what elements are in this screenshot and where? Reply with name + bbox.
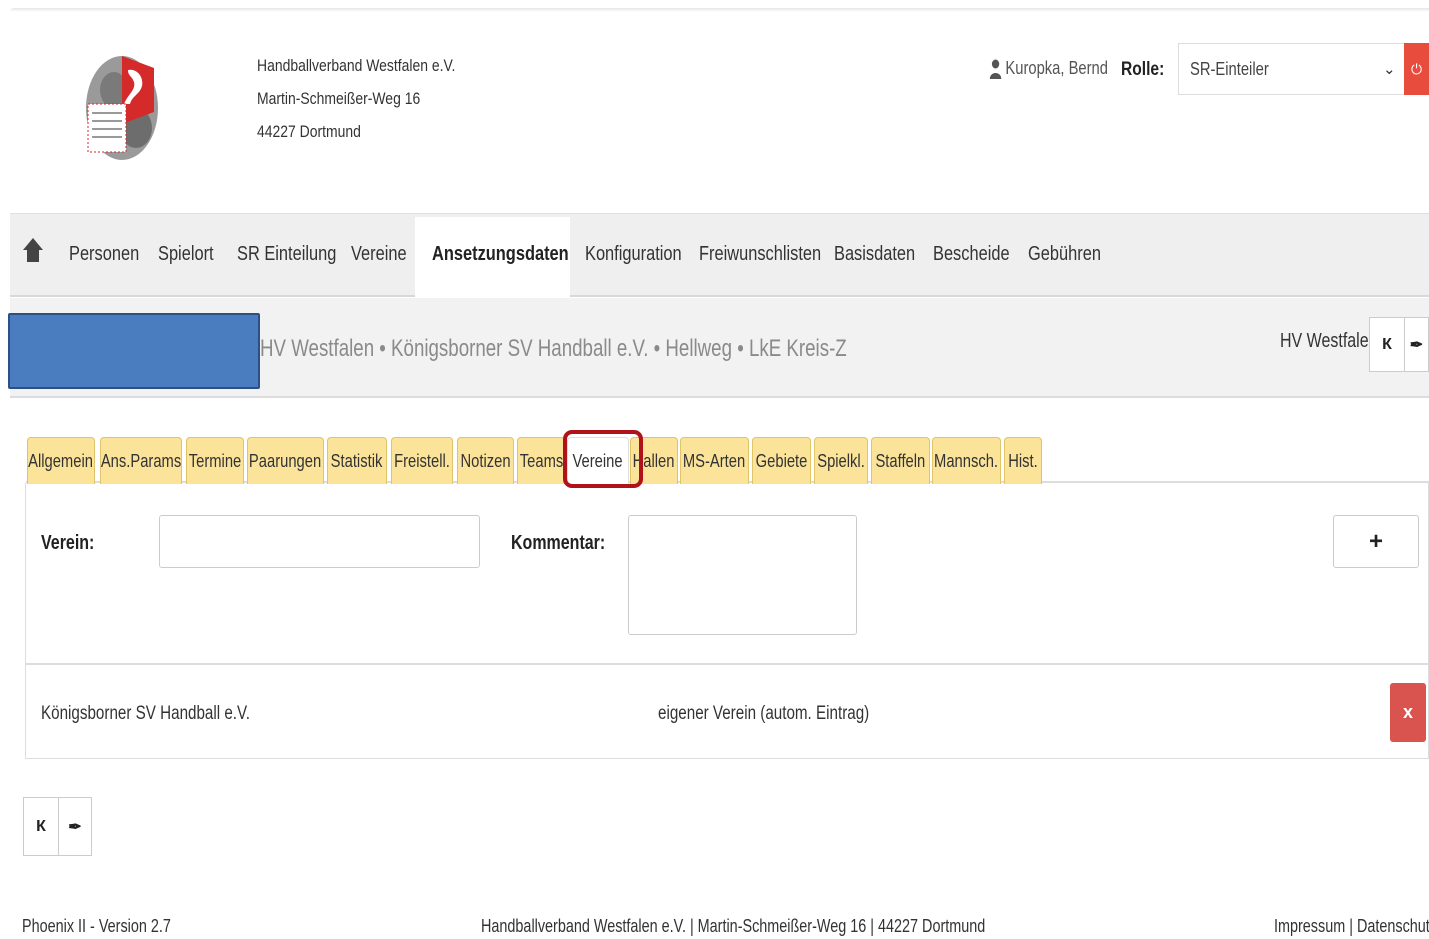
plus-icon: + <box>1368 527 1383 555</box>
nav-gebuehren[interactable]: Gebühren <box>1028 213 1101 295</box>
delete-icon: x <box>1402 702 1413 722</box>
edit-button[interactable]: ✒ <box>1404 317 1429 372</box>
role-select-value[interactable]: SR-Einteiler <box>1190 59 1269 80</box>
panel-divider <box>25 663 1429 665</box>
nav-sr-einteilung[interactable]: SR Einteilung <box>237 213 336 295</box>
nav-freiwunschlisten[interactable]: Freiwunschlisten <box>699 213 821 295</box>
tab-gebiete[interactable]: Gebiete <box>752 437 811 484</box>
row-verein: Königsborner SV Handball e.V. <box>41 703 250 724</box>
kommentar-textarea[interactable] <box>628 515 857 635</box>
edit-button-bottom[interactable]: ✒ <box>58 797 92 856</box>
pencil-icon: ✒ <box>1409 336 1424 354</box>
skip-back-icon: К <box>36 817 46 835</box>
user-icon <box>989 59 1002 79</box>
tab-ans-params[interactable]: Ans.Params <box>100 437 182 484</box>
footer-version: Phoenix II - Version 2.7 <box>22 916 171 936</box>
skip-back-icon: К <box>1382 335 1392 353</box>
tab-teams[interactable]: Teams <box>517 437 565 484</box>
tab-spielkl[interactable]: Spielkl. <box>814 437 868 484</box>
tab-termine[interactable]: Termine <box>186 437 244 484</box>
verein-input[interactable] <box>159 515 480 568</box>
tab-allgemein[interactable]: Allgemein <box>27 437 95 484</box>
org-city: 44227 Dortmund <box>257 122 361 141</box>
first-record-button-bottom[interactable]: К <box>23 797 59 856</box>
power-icon[interactable]: ⏻ <box>1404 43 1429 95</box>
nav-spielort[interactable]: Spielort <box>158 213 214 295</box>
nav-bescheide[interactable]: Bescheide <box>933 213 1010 295</box>
tab-ms-arten[interactable]: MS-Arten <box>680 437 749 484</box>
tab-staffeln[interactable]: Staffeln <box>871 437 930 484</box>
nav-vereine[interactable]: Vereine <box>351 213 407 295</box>
add-button[interactable]: + <box>1333 515 1419 568</box>
first-record-button[interactable]: К <box>1369 317 1405 372</box>
org-name: Handballverband Westfalen e.V. <box>257 56 456 75</box>
tab-notizen[interactable]: Notizen <box>457 437 514 484</box>
role-label: Rolle: <box>1121 59 1165 80</box>
nav-personen[interactable]: Personen <box>69 213 139 295</box>
org-street: Martin-Schmeißer-Weg 16 <box>257 89 421 108</box>
footer-links[interactable]: Impressum | Datenschutz <box>1274 916 1429 937</box>
breadcrumb: HV Westfalen • Königsborner SV Handball … <box>260 335 847 362</box>
kommentar-label: Kommentar: <box>511 532 606 554</box>
home-icon[interactable] <box>22 232 44 266</box>
tab-freistell[interactable]: Freistell. <box>391 437 453 484</box>
context-region-label: HV Westfalen <box>1280 330 1378 352</box>
pencil-icon: ✒ <box>68 818 82 836</box>
org-address: Handballverband Westfalen e.V. Martin-Sc… <box>257 49 455 148</box>
chevron-down-icon[interactable]: ⌄ <box>1383 60 1396 78</box>
nav-konfiguration[interactable]: Konfiguration <box>585 213 682 295</box>
redacted-area <box>8 313 260 389</box>
verein-label: Verein: <box>41 532 95 554</box>
tab-hist[interactable]: Hist. <box>1004 437 1042 484</box>
nav-basisdaten[interactable]: Basisdaten <box>834 213 915 295</box>
tab-mannsch[interactable]: Mannsch. <box>932 437 1001 484</box>
user-info[interactable]: Kuropka, Bernd <box>989 58 1108 79</box>
tab-highlight-annotation <box>563 430 643 488</box>
delete-button[interactable]: x <box>1390 683 1426 742</box>
org-logo[interactable] <box>84 50 160 168</box>
row-kommentar: eigener Verein (autom. Eintrag) <box>658 703 870 724</box>
user-name: Kuropka, Bernd <box>1005 58 1108 78</box>
tab-paarungen[interactable]: Paarungen <box>247 437 324 484</box>
top-border <box>10 8 1429 12</box>
nav-ansetzungsdaten[interactable]: Ansetzungsdaten <box>432 213 569 295</box>
tab-statistik[interactable]: Statistik <box>327 437 387 484</box>
footer-address: Handballverband Westfalen e.V. | Martin-… <box>481 916 986 936</box>
